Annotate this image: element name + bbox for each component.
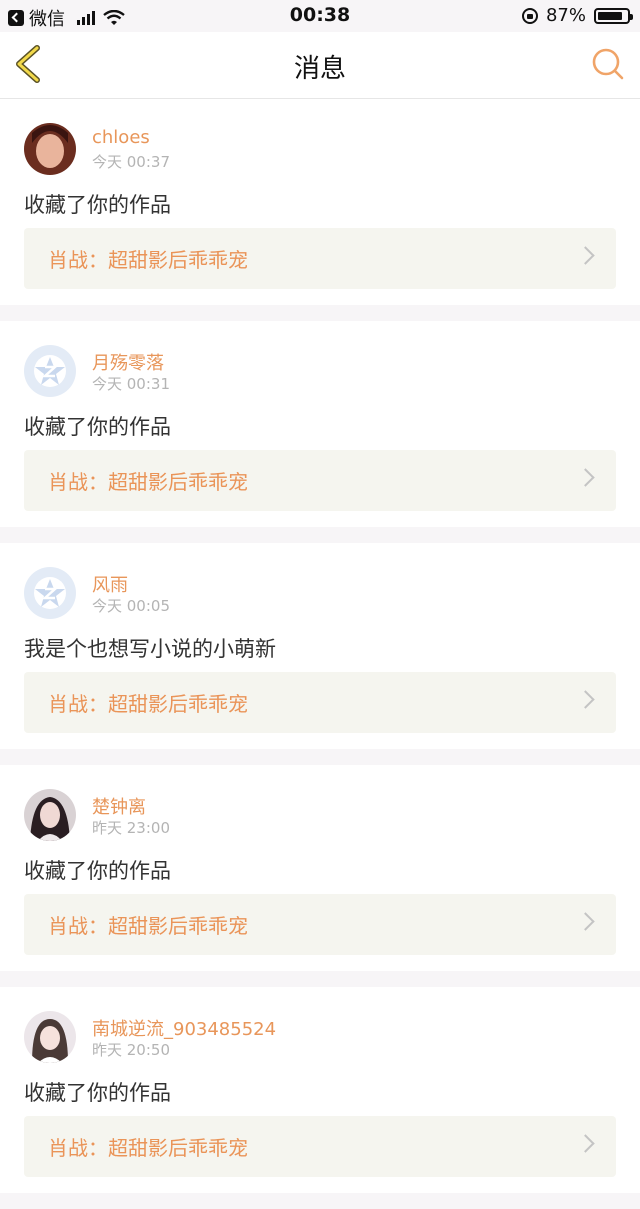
- message-list: chloes 今天 00:37 收藏了你的作品 肖战：超甜影后乖乖宠 月殇零落 …: [0, 99, 640, 1209]
- search-icon[interactable]: [590, 46, 626, 82]
- work-title: 肖战：超甜影后乖乖宠: [48, 248, 248, 272]
- username[interactable]: 风雨: [92, 571, 128, 597]
- message-card: 楚钟离 昨天 23:00 收藏了你的作品 肖战：超甜影后乖乖宠: [0, 765, 640, 971]
- message-content: 收藏了你的作品: [24, 193, 171, 217]
- timestamp: 昨天 23:00: [92, 819, 170, 837]
- message-card: 月殇零落 今天 00:31 收藏了你的作品 肖战：超甜影后乖乖宠: [0, 321, 640, 527]
- work-link[interactable]: 肖战：超甜影后乖乖宠: [24, 894, 616, 955]
- avatar[interactable]: [24, 567, 76, 619]
- message-card: 南城逆流_903485524 昨天 20:50 收藏了你的作品 肖战：超甜影后乖…: [0, 987, 640, 1193]
- work-link[interactable]: 肖战：超甜影后乖乖宠: [24, 1116, 616, 1177]
- rotation-lock-icon: [521, 7, 538, 24]
- status-bar: 微信 00:38 87%: [0, 0, 640, 32]
- username[interactable]: 月殇零落: [92, 349, 164, 375]
- nav-bar: 消息: [0, 32, 640, 99]
- work-link[interactable]: 肖战：超甜影后乖乖宠: [24, 450, 616, 511]
- username[interactable]: 南城逆流_903485524: [92, 1015, 276, 1041]
- message-card: 风雨 今天 00:05 我是个也想写小说的小萌新 肖战：超甜影后乖乖宠: [0, 543, 640, 749]
- timestamp: 今天 00:31: [92, 375, 170, 393]
- chevron-right-icon: [576, 690, 595, 709]
- avatar[interactable]: [24, 345, 76, 397]
- avatar[interactable]: [24, 1011, 76, 1063]
- work-title: 肖战：超甜影后乖乖宠: [48, 914, 248, 938]
- username[interactable]: chloes: [92, 127, 150, 148]
- message-card: chloes 今天 00:37 收藏了你的作品 肖战：超甜影后乖乖宠: [0, 99, 640, 305]
- work-link[interactable]: 肖战：超甜影后乖乖宠: [24, 228, 616, 289]
- message-content: 收藏了你的作品: [24, 1081, 171, 1105]
- chevron-right-icon: [576, 1134, 595, 1153]
- work-title: 肖战：超甜影后乖乖宠: [48, 470, 248, 494]
- timestamp: 昨天 20:50: [92, 1041, 170, 1059]
- battery-icon: [594, 7, 633, 24]
- work-title: 肖战：超甜影后乖乖宠: [48, 692, 248, 716]
- chevron-right-icon: [576, 468, 595, 487]
- chevron-right-icon: [576, 246, 595, 265]
- message-content: 收藏了你的作品: [24, 859, 171, 883]
- avatar[interactable]: [24, 789, 76, 841]
- page-title: 消息: [293, 54, 346, 84]
- chevron-right-icon: [576, 912, 595, 931]
- avatar[interactable]: [24, 123, 76, 175]
- work-link[interactable]: 肖战：超甜影后乖乖宠: [24, 672, 616, 733]
- battery-percent: 87%: [545, 5, 586, 26]
- timestamp: 今天 00:05: [92, 597, 170, 615]
- message-content: 收藏了你的作品: [24, 415, 171, 439]
- message-content: 我是个也想写小说的小萌新: [24, 637, 276, 661]
- work-title: 肖战：超甜影后乖乖宠: [48, 1136, 248, 1160]
- username[interactable]: 楚钟离: [92, 793, 146, 819]
- timestamp: 今天 00:37: [92, 153, 170, 171]
